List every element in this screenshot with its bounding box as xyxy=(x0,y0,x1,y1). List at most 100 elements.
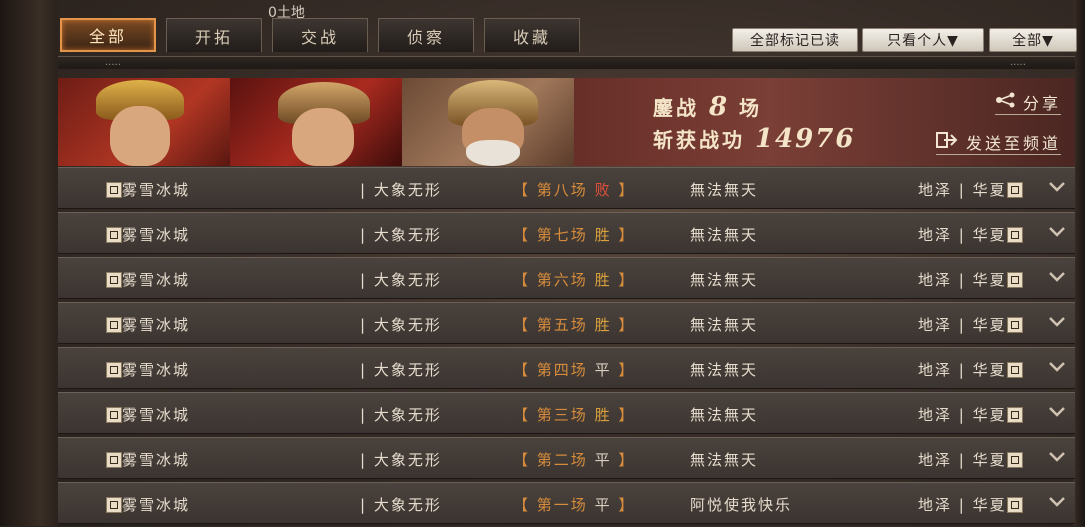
round-result: 胜 xyxy=(594,226,612,244)
battle-report-row[interactable]: 雾雪冰城 | 大象无形 【 第六场 胜 】 無法無天 地泽 | 华夏 xyxy=(58,257,1075,299)
round-result: 胜 xyxy=(594,271,612,289)
attacker-alliance: | 大象无形 xyxy=(360,451,442,469)
round-label: 第三场 xyxy=(536,406,588,424)
city-flag-icon xyxy=(106,227,122,243)
attacker-cell: 雾雪冰城 xyxy=(106,269,190,290)
share-button[interactable]: 分享 xyxy=(994,90,1061,115)
attacker-name: 雾雪冰城 xyxy=(122,406,191,424)
general-portrait-2 xyxy=(230,78,402,166)
city-flag-icon xyxy=(1006,452,1023,468)
round-label: 第七场 xyxy=(536,226,588,244)
general-portrait-1 xyxy=(58,78,230,166)
attacker-alliance: | 大象无形 xyxy=(360,271,442,289)
attacker-alliance: | 大象无形 xyxy=(360,361,442,379)
mark-all-read-button[interactable]: 全部标记已读 xyxy=(732,28,858,52)
defender-alliance: 地泽 | 华夏 xyxy=(918,226,1007,244)
tab-scout[interactable]: 侦察 xyxy=(378,18,474,52)
defender-cell: 地泽 | 华夏 xyxy=(918,449,1023,470)
defender-name: 阿悦使我快乐 xyxy=(690,496,793,514)
round-label: 第四场 xyxy=(536,361,588,379)
round-cell: 【 第六场 胜 】 xyxy=(513,271,636,289)
battle-report-row[interactable]: 雾雪冰城 | 大象无形 【 第七场 胜 】 無法無天 地泽 | 华夏 xyxy=(58,212,1075,254)
battle-report-row[interactable]: 雾雪冰城 | 大象无形 【 第二场 平 】 無法無天 地泽 | 华夏 xyxy=(58,437,1075,479)
round-result: 平 xyxy=(594,496,612,514)
battles-unit: 场 xyxy=(739,96,763,120)
attacker-alliance: | 大象无形 xyxy=(360,316,442,334)
battle-report-list: 雾雪冰城 | 大象无形 【 第八场 败 】 無法無天 地泽 | 华夏 雾雪冰城 … xyxy=(58,167,1075,527)
defender-cell: 地泽 | 华夏 xyxy=(918,269,1023,290)
defender-alliance: 地泽 | 华夏 xyxy=(918,451,1007,469)
city-flag-icon xyxy=(1006,497,1023,513)
round-cell: 【 第七场 胜 】 xyxy=(513,226,636,244)
battle-report-row[interactable]: 雾雪冰城 | 大象无形 【 第八场 败 】 無法無天 地泽 | 华夏 xyxy=(58,167,1075,209)
battle-report-row[interactable]: 雾雪冰城 | 大象无形 【 第五场 胜 】 無法無天 地泽 | 华夏 xyxy=(58,302,1075,344)
battle-report-row[interactable]: 雾雪冰城 | 大象无形 【 第一场 平 】 阿悦使我快乐 地泽 | 华夏 xyxy=(58,482,1075,524)
chevron-down-icon[interactable] xyxy=(1048,493,1066,514)
defender-name: 無法無天 xyxy=(690,451,759,469)
defender-alliance: 地泽 | 华夏 xyxy=(918,271,1007,289)
round-label: 第二场 xyxy=(536,451,588,469)
chevron-down-icon[interactable] xyxy=(1048,178,1066,199)
chevron-down-icon[interactable] xyxy=(1048,268,1066,289)
header-divider xyxy=(58,56,1075,69)
city-flag-icon xyxy=(1006,272,1023,288)
city-flag-icon xyxy=(106,497,122,513)
tab-battle[interactable]: 交战 xyxy=(272,18,368,52)
general-portrait-3 xyxy=(402,78,574,166)
filter-all-dropdown[interactable]: 全部▼ xyxy=(989,28,1077,52)
attacker-cell: 雾雪冰城 xyxy=(106,404,190,425)
attacker-name: 雾雪冰城 xyxy=(122,271,191,289)
attacker-name: 雾雪冰城 xyxy=(122,496,191,514)
city-flag-icon xyxy=(1006,227,1023,243)
defender-alliance: 地泽 | 华夏 xyxy=(918,496,1007,514)
round-cell: 【 第八场 败 】 xyxy=(513,181,636,199)
defender-alliance: 地泽 | 华夏 xyxy=(918,361,1007,379)
send-to-channel-button[interactable]: 发送至频道 xyxy=(935,130,1061,155)
attacker-cell: 雾雪冰城 xyxy=(106,494,190,515)
filter-personal-dropdown[interactable]: 只看个人▼ xyxy=(862,28,984,52)
defender-name: 無法無天 xyxy=(690,361,759,379)
attacker-name: 雾雪冰城 xyxy=(122,226,191,244)
city-flag-icon xyxy=(1006,362,1023,378)
round-cell: 【 第四场 平 】 xyxy=(513,361,636,379)
round-result: 胜 xyxy=(594,316,612,334)
chevron-down-icon[interactable] xyxy=(1048,448,1066,469)
share-label: 分享 xyxy=(1022,94,1061,113)
defender-cell: 地泽 | 华夏 xyxy=(918,179,1023,200)
city-flag-icon xyxy=(106,452,122,468)
chevron-down-icon[interactable] xyxy=(1048,313,1066,334)
attacker-name: 雾雪冰城 xyxy=(122,361,191,379)
chevron-down-icon[interactable] xyxy=(1048,358,1066,379)
tab-favorites[interactable]: 收藏 xyxy=(484,18,580,52)
defender-name: 無法無天 xyxy=(690,181,759,199)
city-flag-icon xyxy=(106,362,122,378)
send-icon xyxy=(935,131,958,153)
attacker-name: 雾雪冰城 xyxy=(122,181,191,199)
battles-label: 鏖战 xyxy=(653,96,699,120)
round-label: 第五场 xyxy=(536,316,588,334)
attacker-cell: 雾雪冰城 xyxy=(106,359,190,380)
tab-expand[interactable]: 开拓 xyxy=(166,18,262,52)
attacker-name: 雾雪冰城 xyxy=(122,316,191,334)
defender-cell: 地泽 | 华夏 xyxy=(918,494,1023,515)
defender-alliance: 地泽 | 华夏 xyxy=(918,406,1007,424)
round-result: 平 xyxy=(594,361,612,379)
city-flag-icon xyxy=(106,272,122,288)
round-cell: 【 第一场 平 】 xyxy=(513,496,636,514)
chevron-down-icon[interactable] xyxy=(1048,223,1066,244)
city-flag-icon xyxy=(1006,182,1023,198)
round-cell: 【 第三场 胜 】 xyxy=(513,406,636,424)
divider-dots: ····· xyxy=(105,60,121,71)
attacker-cell: 雾雪冰城 xyxy=(106,314,190,335)
attacker-alliance: | 大象无形 xyxy=(360,406,442,424)
battle-report-row[interactable]: 雾雪冰城 | 大象无形 【 第三场 胜 】 無法無天 地泽 | 华夏 xyxy=(58,392,1075,434)
battle-report-row[interactable]: 雾雪冰城 | 大象无形 【 第四场 平 】 無法無天 地泽 | 华夏 xyxy=(58,347,1075,389)
defender-cell: 地泽 | 华夏 xyxy=(918,359,1023,380)
chevron-down-icon[interactable] xyxy=(1048,403,1066,424)
defender-alliance: 地泽 | 华夏 xyxy=(918,181,1007,199)
round-result: 平 xyxy=(594,451,612,469)
round-result: 胜 xyxy=(594,406,612,424)
tab-all[interactable]: 全部 xyxy=(60,18,156,52)
defender-name: 無法無天 xyxy=(690,226,759,244)
send-label: 发送至频道 xyxy=(965,134,1061,153)
